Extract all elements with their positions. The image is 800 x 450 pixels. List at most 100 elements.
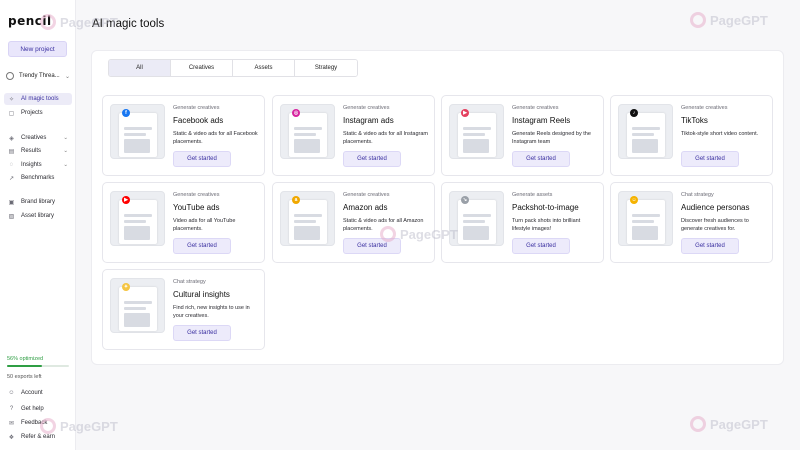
chevron-down-icon: ⌄	[64, 73, 70, 80]
card-title: Facebook ads	[173, 116, 224, 125]
card-title: Instagram Reels	[512, 116, 571, 125]
thumbnail-preview	[119, 287, 157, 331]
tool-card[interactable]: ▶ Generate creatives Instagram Reels Gen…	[441, 95, 604, 176]
thumbnail-preview	[119, 113, 157, 157]
tab-all[interactable]: All	[109, 60, 171, 76]
card-kicker: Generate assets	[512, 192, 553, 198]
preview-line	[632, 214, 660, 217]
sidebar-item-get-help[interactable]: ? Get help	[4, 403, 72, 415]
card-kicker: Generate creatives	[343, 192, 390, 198]
sidebar-item-brand-library[interactable]: ▣ Brand library	[4, 196, 72, 208]
sidebar: pencil New project Trendy Threa... ⌄ ✧ A…	[0, 0, 76, 450]
preview-block	[463, 226, 489, 240]
sidebar-item-label: Account	[21, 390, 43, 396]
get-started-button[interactable]: Get started	[173, 151, 231, 167]
sidebar-item-label: Asset library	[21, 213, 55, 219]
workspace-selector[interactable]: Trendy Threa... ⌄	[6, 70, 70, 82]
tool-thumbnail: ▶	[449, 104, 504, 159]
tool-card[interactable]: ↘ Generate assets Packshot-to-image Turn…	[441, 182, 604, 263]
tool-card[interactable]: ◎ Generate creatives Instagram ads Stati…	[272, 95, 435, 176]
preview-block	[632, 226, 658, 240]
sidebar-item-label: Projects	[21, 110, 43, 116]
platform-icon: ✦	[122, 283, 130, 291]
tool-card[interactable]: a Generate creatives Amazon ads Static &…	[272, 182, 435, 263]
sidebar-item-label: Refer & earn	[21, 434, 56, 440]
get-started-button[interactable]: Get started	[512, 238, 570, 254]
sidebar-item-asset-library[interactable]: ▨ Asset library	[4, 210, 72, 222]
sidebar-item-results[interactable]: ▤ Results ⌄	[4, 145, 72, 157]
sidebar-item-insights[interactable]: ◌ Insights ⌄	[4, 159, 72, 171]
tool-thumbnail: ✦	[110, 278, 165, 333]
card-title: YouTube ads	[173, 203, 220, 212]
tool-card[interactable]: ✦ Chat strategy Cultural insights Find r…	[102, 269, 265, 350]
card-kicker: Generate creatives	[343, 105, 390, 111]
preview-line	[124, 133, 146, 136]
preview-line	[632, 133, 654, 136]
card-description: Static & video ads for all Facebook plac…	[173, 131, 258, 145]
optimized-progress-fill	[7, 365, 42, 367]
sidebar-item-benchmarks[interactable]: ↗ Benchmarks	[4, 172, 72, 184]
thumbnail-preview	[289, 200, 327, 244]
card-kicker: Generate creatives	[681, 105, 728, 111]
layers-icon: ◈	[9, 135, 14, 142]
preview-line	[632, 220, 654, 223]
platform-icon: ▶	[122, 196, 130, 204]
platform-icon: ☺	[630, 196, 638, 204]
sidebar-item-ai-magic-tools[interactable]: ✧ AI magic tools	[4, 93, 72, 105]
platform-icon: ♪	[630, 109, 638, 117]
card-title: Instagram ads	[343, 116, 394, 125]
preview-line	[632, 127, 660, 130]
card-title: Audience personas	[681, 203, 750, 212]
preview-line	[294, 220, 316, 223]
preview-line	[124, 220, 146, 223]
platform-icon: ◎	[292, 109, 300, 117]
tab-strategy[interactable]: Strategy	[295, 60, 357, 76]
sidebar-item-label: Creatives	[21, 135, 47, 141]
sidebar-item-projects[interactable]: ▢ Projects	[4, 107, 72, 119]
watermark: PageGPT	[690, 12, 768, 28]
get-started-button[interactable]: Get started	[681, 238, 739, 254]
thumbnail-preview	[627, 113, 665, 157]
get-started-button[interactable]: Get started	[681, 151, 739, 167]
tool-card[interactable]: ▶ Generate creatives YouTube ads Video a…	[102, 182, 265, 263]
new-project-button[interactable]: New project	[8, 41, 67, 57]
card-description: Video ads for all YouTube placements.	[173, 218, 236, 232]
preview-block	[294, 226, 320, 240]
sidebar-item-creatives[interactable]: ◈ Creatives ⌄	[4, 132, 72, 144]
card-kicker: Generate creatives	[512, 105, 559, 111]
card-title: Cultural insights	[173, 290, 230, 299]
card-kicker: Chat strategy	[173, 279, 206, 285]
preview-line	[294, 133, 316, 136]
tool-card[interactable]: ♪ Generate creatives TikToks Tiktok-styl…	[610, 95, 773, 176]
get-started-button[interactable]: Get started	[173, 325, 231, 341]
tool-thumbnail: ▶	[110, 191, 165, 246]
tab-assets[interactable]: Assets	[233, 60, 295, 76]
watermark: PageGPT	[40, 418, 118, 434]
preview-line	[124, 127, 152, 130]
thumbnail-preview	[458, 113, 496, 157]
wand-icon: ✧	[8, 96, 15, 103]
tool-thumbnail: ♪	[618, 104, 673, 159]
workspace-icon	[6, 72, 14, 80]
tool-thumbnail: ◎	[280, 104, 335, 159]
preview-line	[463, 133, 485, 136]
card-kicker: Generate creatives	[173, 105, 220, 111]
card-description: Generate Reels designed by the Instagram…	[512, 131, 591, 145]
platform-icon: f	[122, 109, 130, 117]
sidebar-item-label: AI magic tools	[21, 96, 59, 102]
sidebar-item-account[interactable]: ☺ Account	[4, 387, 72, 399]
exports-left: 50 exports left	[7, 374, 42, 380]
card-title: Packshot-to-image	[512, 203, 579, 212]
get-started-button[interactable]: Get started	[173, 238, 231, 254]
tool-card[interactable]: f Generate creatives Facebook ads Static…	[102, 95, 265, 176]
tool-card[interactable]: ☺ Chat strategy Audience personas Discov…	[610, 182, 773, 263]
sidebar-item-label: Brand library	[21, 199, 56, 205]
preview-block	[463, 139, 489, 153]
card-description: Static & video ads for all Instagram pla…	[343, 131, 428, 145]
sidebar-item-label: Benchmarks	[21, 175, 55, 181]
get-started-button[interactable]: Get started	[343, 151, 401, 167]
get-started-button[interactable]: Get started	[512, 151, 570, 167]
chevron-down-icon: ⌄	[63, 148, 68, 154]
tab-creatives[interactable]: Creatives	[171, 60, 233, 76]
chevron-down-icon: ⌄	[63, 162, 68, 168]
